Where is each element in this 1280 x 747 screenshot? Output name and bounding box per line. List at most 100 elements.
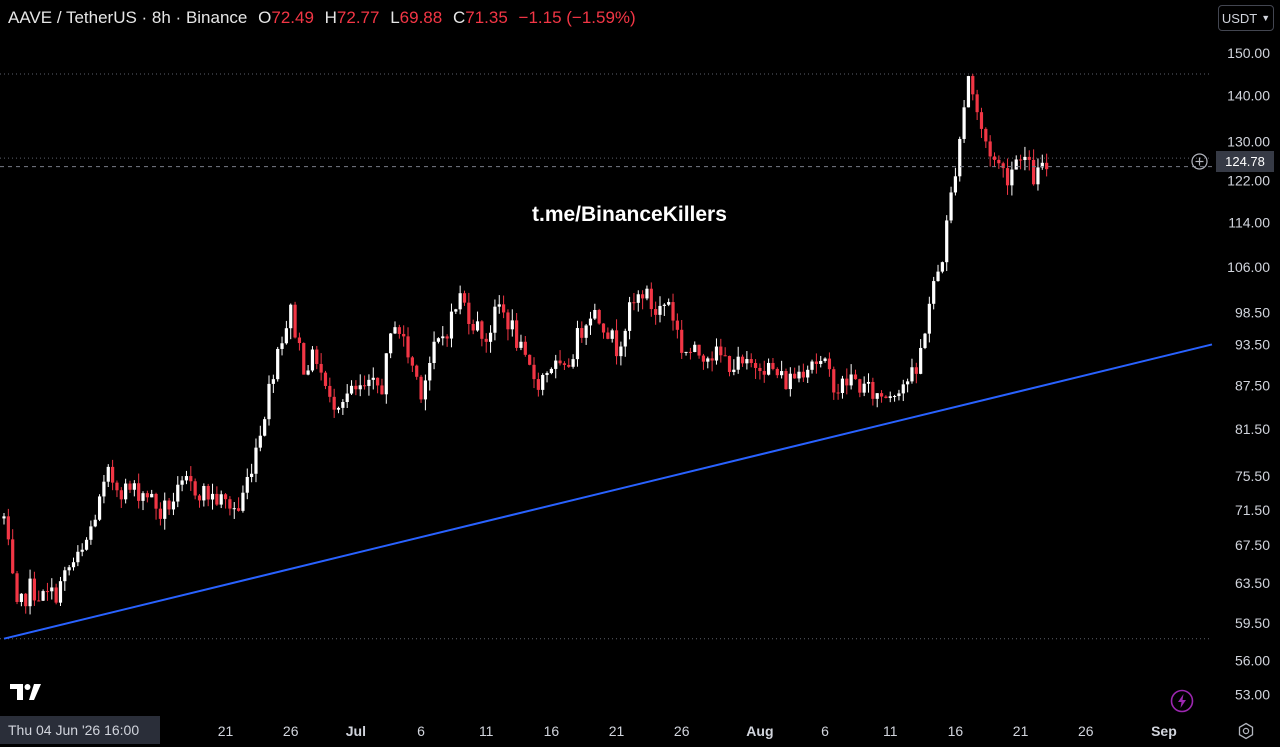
- candle-body: [623, 330, 627, 347]
- candle-body: [488, 332, 493, 342]
- candle-body: [332, 396, 336, 410]
- candle-body: [250, 473, 254, 477]
- candle-body: [762, 371, 766, 375]
- candle-body: [80, 549, 84, 552]
- y-tick-label: 71.50: [1235, 502, 1270, 518]
- candle-body: [263, 419, 267, 436]
- x-tick-label: 16: [544, 723, 560, 739]
- candle-body: [832, 369, 836, 393]
- crosshair-date-label: Thu 04 Jun '26 16:00: [0, 716, 160, 744]
- x-tick-label: 26: [283, 723, 299, 739]
- candle-body: [410, 357, 414, 366]
- candle-body: [988, 141, 992, 157]
- add-alert-plus-icon[interactable]: [1191, 153, 1208, 170]
- candle-body: [845, 378, 849, 386]
- candle-body: [349, 385, 354, 394]
- candle-body: [197, 495, 202, 501]
- candle-body: [984, 128, 988, 142]
- candle-body: [1032, 159, 1036, 185]
- x-tick-label: Aug: [746, 723, 773, 739]
- candle-body: [853, 374, 858, 380]
- candle-body: [580, 328, 584, 338]
- candle-body: [658, 305, 662, 315]
- candle-body: [523, 341, 527, 355]
- candle-body: [367, 379, 371, 386]
- candle-body: [345, 393, 349, 402]
- candle-body: [506, 312, 510, 330]
- tradingview-logo-icon[interactable]: [10, 683, 44, 701]
- candle-body: [797, 371, 801, 379]
- candle-body: [171, 501, 176, 510]
- candle-body: [493, 306, 497, 333]
- candle-body: [41, 591, 45, 601]
- candle-body: [306, 370, 310, 375]
- candle-body: [319, 363, 323, 373]
- candle-body: [63, 570, 67, 582]
- candle-body: [397, 327, 401, 334]
- candle-body: [949, 192, 953, 221]
- candle-body: [858, 379, 862, 393]
- candle-body: [150, 493, 154, 498]
- candle-body: [662, 304, 666, 306]
- candle-body: [975, 94, 979, 113]
- candle-body: [232, 508, 236, 510]
- candle-body: [714, 346, 719, 361]
- candle-body: [627, 302, 632, 331]
- y-tick-label: 114.00: [1228, 214, 1270, 230]
- candle-body: [962, 107, 966, 139]
- candle-body: [245, 476, 249, 493]
- y-tick-label: 140.00: [1227, 88, 1270, 104]
- candle-body: [376, 377, 380, 386]
- y-axis[interactable]: 150.00 140.00 130.00 122.00 114.00 106.00 98.5…: [1227, 45, 1270, 702]
- lightning-bolt-icon[interactable]: [1170, 689, 1194, 713]
- y-tick-label: 130.00: [1227, 133, 1270, 149]
- currency-button[interactable]: USDT ▼: [1218, 5, 1274, 31]
- candle-body: [480, 321, 484, 339]
- candle-body: [788, 373, 792, 390]
- candle-body: [684, 351, 688, 353]
- candle-body: [228, 499, 232, 509]
- candle-body: [76, 551, 80, 563]
- watermark-text: t.me/BinanceKillers: [532, 203, 727, 226]
- candle-body: [923, 333, 927, 348]
- candle-body: [558, 360, 562, 364]
- candle-body: [914, 367, 918, 374]
- candle-body: [163, 500, 167, 519]
- candle-body: [875, 393, 879, 399]
- candle-body: [402, 333, 406, 337]
- candle-body: [1018, 159, 1023, 161]
- candle-body: [497, 304, 501, 307]
- candle-body: [302, 343, 306, 375]
- candle-body: [436, 338, 441, 342]
- candle-body: [819, 360, 823, 364]
- symbol-title[interactable]: AAVE / TetherUS · 8h · Binance: [8, 8, 247, 27]
- candle-body: [866, 381, 871, 384]
- candle-body: [445, 336, 449, 339]
- candle-body: [892, 396, 897, 398]
- settings-gear-icon[interactable]: [1237, 722, 1255, 740]
- candle-body: [458, 293, 462, 310]
- candle-body: [1001, 163, 1005, 169]
- candle-body: [767, 362, 771, 375]
- candle-body: [740, 356, 745, 364]
- candle-body: [24, 593, 28, 607]
- candle-body: [462, 293, 467, 303]
- x-axis[interactable]: 21 26 Jul 6 11 16 21 26 Aug 6 11 16 21 26 Sep: [218, 723, 1177, 739]
- candle-body: [258, 435, 262, 448]
- trendline[interactable]: [3, 343, 1213, 640]
- candle-body: [419, 376, 423, 400]
- candle-body: [901, 384, 905, 394]
- candle-body: [124, 483, 128, 500]
- candle-body: [836, 392, 840, 394]
- candle-body: [128, 483, 132, 490]
- candle-body: [710, 358, 714, 361]
- price-chart[interactable]: 150.00 140.00 130.00 122.00 114.00 106.00 98.5…: [0, 0, 1280, 747]
- candle-body: [862, 383, 866, 393]
- candle-body: [58, 581, 63, 603]
- candle-body: [323, 372, 328, 386]
- high-label: H: [324, 8, 337, 27]
- currency-label: USDT: [1221, 10, 1258, 26]
- candle-body: [958, 138, 962, 177]
- candle-body: [706, 358, 710, 362]
- candle-body: [432, 341, 436, 364]
